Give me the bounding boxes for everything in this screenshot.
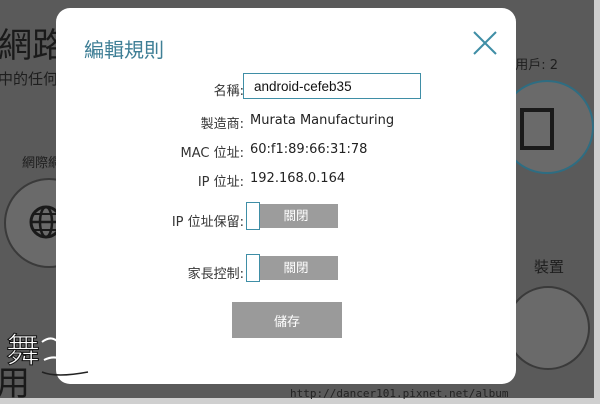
name-input[interactable] [243,73,421,99]
close-icon[interactable] [472,30,498,56]
manufacturer-value: Murata Manufacturing [250,113,395,128]
toggle-knob[interactable] [246,254,260,282]
save-button[interactable]: 儲存 [232,302,342,338]
mac-address-value: 60:f1:89:66:31:78 [250,142,368,157]
watermark-url: http://dancer101.pixnet.net/album [290,387,509,400]
ip-address-label: IP 位址: [197,175,244,190]
parental-control-toggle[interactable]: 關閉 [246,254,338,282]
parental-control-label: 家長控制: [187,267,244,282]
watermark-logo-glyph: 舞 [6,331,40,371]
toggle-state-text: 關閉 [283,260,309,275]
background-subtitle: 中的任何 [0,70,59,88]
background-device-circle [506,286,590,370]
watermark-logo: 舞 [6,331,91,376]
name-label: 名稱: [213,84,244,99]
ip-address-value: 192.168.0.164 [250,171,346,186]
background-users-count: 用戶: 2 [515,58,558,73]
dialog-title: 編輯規則 [84,38,164,62]
router-icon [520,108,554,150]
mac-address-label: MAC 位址: [180,146,244,161]
manufacturer-label: 製造商: [200,117,244,132]
toggle-knob[interactable] [246,202,260,230]
background-device-label: 裝置 [533,258,564,276]
toggle-state-text: 關閉 [283,208,309,223]
ip-reservation-label: IP 位址保留: [171,215,244,230]
ip-reservation-toggle[interactable]: 關閉 [246,202,338,230]
edit-rule-dialog: 編輯規則 名稱: 製造商: Murata Manufacturing MAC 位… [56,8,516,384]
